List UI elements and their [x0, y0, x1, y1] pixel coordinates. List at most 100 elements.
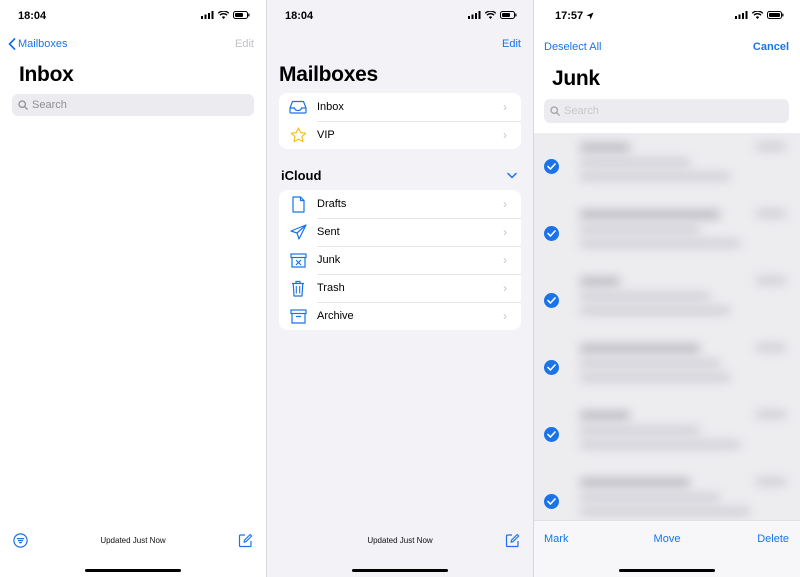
edit-button[interactable]: Edit: [502, 38, 521, 50]
chevron-right-icon: ›: [503, 253, 507, 267]
status-time: 17:57: [555, 10, 584, 22]
mailbox-row-archive[interactable]: Archive ›: [279, 302, 521, 330]
blurred-message-text: [580, 173, 730, 180]
account-header[interactable]: iCloud: [281, 168, 517, 183]
mailbox-label: Junk: [317, 254, 341, 266]
selected-checkmark-icon[interactable]: [544, 360, 559, 375]
blurred-timestamp: [756, 344, 786, 351]
blurred-message-text: [580, 374, 730, 381]
favorites-group: Inbox › VIP ›: [279, 93, 521, 149]
junk-message-row[interactable]: [534, 267, 800, 334]
battery-icon: [500, 11, 517, 19]
delete-button[interactable]: Delete: [757, 533, 789, 545]
blurred-message-text: [580, 360, 720, 367]
chevron-right-icon: ›: [503, 225, 507, 239]
chevron-right-icon: ›: [503, 128, 507, 142]
cellular-signal-icon: [468, 11, 481, 19]
selected-checkmark-icon[interactable]: [544, 226, 559, 241]
junk-screen: 17:57 Deselect All Cancel Junk Search Ma…: [534, 0, 800, 577]
account-name: iCloud: [281, 168, 322, 183]
search-field[interactable]: Search: [12, 94, 254, 116]
paper-plane-icon: [279, 224, 317, 240]
back-to-mailboxes-button[interactable]: Mailboxes: [8, 38, 68, 50]
blurred-message-text: [580, 210, 720, 219]
status-time: 18:04: [18, 10, 47, 22]
star-icon: [279, 127, 317, 143]
cellular-signal-icon: [201, 11, 214, 19]
mailbox-row-inbox[interactable]: Inbox ›: [279, 93, 521, 121]
mailbox-row-trash[interactable]: Trash ›: [279, 274, 521, 302]
page-title: Inbox: [19, 63, 74, 86]
junk-bin-icon: [279, 252, 317, 268]
deselect-all-button[interactable]: Deselect All: [544, 41, 601, 53]
blurred-message-text: [580, 159, 690, 166]
chevron-right-icon: ›: [503, 100, 507, 114]
status-icons: [201, 11, 250, 19]
junk-message-row[interactable]: [534, 401, 800, 468]
junk-message-row[interactable]: [534, 133, 800, 200]
junk-message-list: [534, 133, 800, 520]
selected-checkmark-icon[interactable]: [544, 293, 559, 308]
cancel-button[interactable]: Cancel: [753, 41, 789, 53]
trash-icon: [279, 280, 317, 297]
chevron-right-icon: ›: [503, 309, 507, 323]
selected-checkmark-icon[interactable]: [544, 494, 559, 509]
search-placeholder: Search: [564, 105, 599, 117]
search-placeholder: Search: [32, 99, 67, 111]
blurred-timestamp: [756, 143, 786, 150]
blurred-message-text: [580, 411, 630, 420]
blurred-timestamp: [756, 411, 786, 418]
junk-message-row[interactable]: [534, 200, 800, 267]
chevron-left-icon: [8, 38, 16, 50]
page-title: Junk: [552, 67, 600, 90]
mailbox-label: Drafts: [317, 198, 347, 210]
blurred-timestamp: [756, 210, 786, 217]
status-time-wrap: 17:57: [555, 10, 594, 22]
blurred-message-text: [580, 226, 700, 233]
junk-message-row[interactable]: [534, 468, 800, 520]
mailbox-row-sent[interactable]: Sent ›: [279, 218, 521, 246]
page-title: Mailboxes: [279, 63, 378, 86]
chevron-down-icon: [507, 172, 517, 179]
blurred-message-text: [580, 143, 630, 152]
archive-box-icon: [279, 308, 317, 324]
blurred-timestamp: [756, 478, 786, 485]
search-field[interactable]: Search: [544, 99, 789, 123]
junk-message-row[interactable]: [534, 334, 800, 401]
blurred-message-text: [580, 478, 690, 487]
blurred-message-text: [580, 508, 750, 515]
blurred-message-text: [580, 441, 740, 448]
mailbox-label: Trash: [317, 282, 345, 294]
edit-button[interactable]: Edit: [235, 38, 254, 50]
blurred-message-text: [580, 427, 700, 434]
status-icons: [735, 11, 784, 19]
mailbox-label: Sent: [317, 226, 340, 238]
mailbox-row-drafts[interactable]: Drafts ›: [279, 190, 521, 218]
chevron-right-icon: ›: [503, 197, 507, 211]
chevron-right-icon: ›: [503, 281, 507, 295]
inbox-screen: 18:04 Mailboxes Edit Inbox Search Update…: [0, 0, 266, 577]
wifi-icon: [752, 11, 763, 19]
mailbox-row-junk[interactable]: Junk ›: [279, 246, 521, 274]
selected-checkmark-icon[interactable]: [544, 427, 559, 442]
inbox-tray-icon: [279, 100, 317, 114]
edit-toolbar: Mark Move Delete: [534, 520, 800, 577]
blurred-message-text: [580, 494, 720, 501]
mailbox-label: Inbox: [317, 101, 344, 113]
inbox-toolbar: Updated Just Now: [0, 528, 266, 554]
mailbox-row-vip[interactable]: VIP ›: [279, 121, 521, 149]
wifi-icon: [218, 11, 229, 19]
mailbox-label: Archive: [317, 310, 354, 322]
mailboxes-screen: 18:04 Edit Mailboxes Inbox › VIP › iClou…: [267, 0, 533, 577]
home-indicator: [619, 569, 715, 572]
home-indicator: [352, 569, 448, 572]
blurred-message-text: [580, 307, 730, 314]
document-icon: [279, 195, 317, 213]
wifi-icon: [485, 11, 496, 19]
cellular-signal-icon: [735, 11, 748, 19]
selected-checkmark-icon[interactable]: [544, 159, 559, 174]
blurred-timestamp: [756, 277, 786, 284]
compose-icon[interactable]: [238, 533, 253, 548]
blurred-message-text: [580, 277, 620, 286]
compose-icon[interactable]: [505, 533, 520, 548]
